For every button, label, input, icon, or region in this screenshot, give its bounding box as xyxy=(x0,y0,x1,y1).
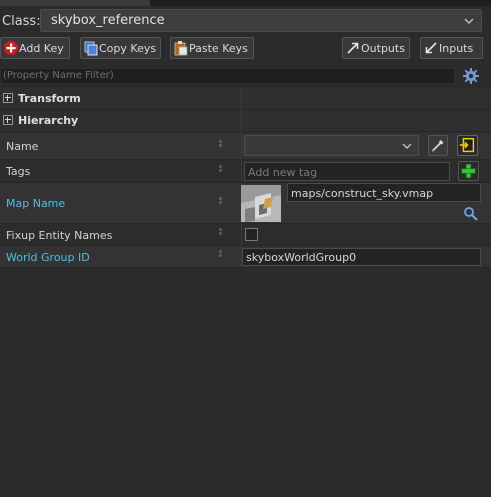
paste-keys-label: Paste Keys xyxy=(189,42,248,55)
map-name-value: maps/construct_sky.vmap xyxy=(291,187,434,200)
map-preview-thumbnail[interactable] xyxy=(241,185,281,222)
property-label-tags: Tags xyxy=(6,165,31,178)
browse-search-icon[interactable] xyxy=(463,206,479,222)
property-filter-placeholder: (Property Name Filter) xyxy=(3,70,114,81)
section-hierarchy-title: Hierarchy xyxy=(18,114,79,127)
property-label-world-group: World Group ID xyxy=(6,251,90,264)
drag-grip-icon[interactable] xyxy=(219,250,224,258)
copy-keys-button[interactable]: Copy Keys xyxy=(80,37,161,59)
column-divider xyxy=(241,224,242,245)
class-row: Class: skybox_reference xyxy=(0,8,491,34)
inputs-label: Inputs xyxy=(439,42,474,55)
class-dropdown-value: skybox_reference xyxy=(51,13,165,28)
drag-grip-icon[interactable] xyxy=(219,140,224,148)
gear-icon[interactable] xyxy=(462,67,480,85)
expand-icon[interactable] xyxy=(3,115,13,125)
add-key-label: Add Key xyxy=(19,42,64,55)
drag-grip-icon[interactable] xyxy=(219,228,224,236)
property-filter-input[interactable]: (Property Name Filter) xyxy=(0,68,455,84)
green-plus-icon xyxy=(461,163,476,179)
class-label: Class: xyxy=(2,14,41,29)
arrow-out-icon xyxy=(347,42,359,54)
column-divider xyxy=(241,133,242,159)
property-label-map-name: Map Name xyxy=(6,197,66,210)
tags-input[interactable]: Add new tag xyxy=(244,162,450,181)
fixup-entity-names-checkbox[interactable] xyxy=(245,228,258,241)
copy-icon xyxy=(84,41,98,56)
paste-keys-button[interactable]: Paste Keys xyxy=(170,37,254,59)
chevron-down-icon xyxy=(464,18,474,25)
add-tag-button[interactable] xyxy=(458,161,479,181)
tags-input-placeholder: Add new tag xyxy=(248,166,318,179)
keys-toolbar: Add Key Copy Keys Paste Keys Outputs Inp… xyxy=(0,37,491,61)
section-transform-title: Transform xyxy=(18,92,81,105)
class-dropdown[interactable]: skybox_reference xyxy=(40,9,482,32)
section-hierarchy[interactable]: Hierarchy xyxy=(0,110,491,132)
column-divider xyxy=(241,110,242,132)
add-key-button[interactable]: Add Key xyxy=(0,37,70,59)
property-label-fixup: Fixup Entity Names xyxy=(6,229,113,242)
name-dropdown[interactable] xyxy=(244,135,419,156)
target-entity-icon xyxy=(459,137,475,153)
outputs-button[interactable]: Outputs xyxy=(342,37,410,59)
eyedropper-button[interactable] xyxy=(428,135,448,156)
expand-icon[interactable] xyxy=(3,93,13,103)
outputs-label: Outputs xyxy=(361,42,405,55)
column-divider xyxy=(241,160,242,182)
section-transform[interactable]: Transform xyxy=(0,88,491,110)
top-tab-strip xyxy=(0,0,491,6)
drag-grip-icon[interactable] xyxy=(219,197,224,205)
inputs-button[interactable]: Inputs xyxy=(420,37,483,59)
arrow-in-icon xyxy=(425,42,437,54)
paste-icon xyxy=(174,41,188,56)
eyedropper-icon xyxy=(431,140,444,152)
map-name-input[interactable]: maps/construct_sky.vmap xyxy=(287,183,481,202)
property-label-name: Name xyxy=(6,140,39,153)
active-tab-edge[interactable] xyxy=(0,0,150,6)
entity-target-button[interactable] xyxy=(457,135,478,156)
drag-grip-icon[interactable] xyxy=(219,165,224,173)
column-divider xyxy=(241,88,242,110)
chevron-down-icon xyxy=(402,143,412,150)
world-group-id-input[interactable]: skyboxWorldGroup0 xyxy=(242,248,481,266)
map-preview-image xyxy=(241,185,281,222)
world-group-id-value: skyboxWorldGroup0 xyxy=(246,251,357,264)
red-plus-icon xyxy=(4,41,18,55)
copy-keys-label: Copy Keys xyxy=(99,42,157,55)
